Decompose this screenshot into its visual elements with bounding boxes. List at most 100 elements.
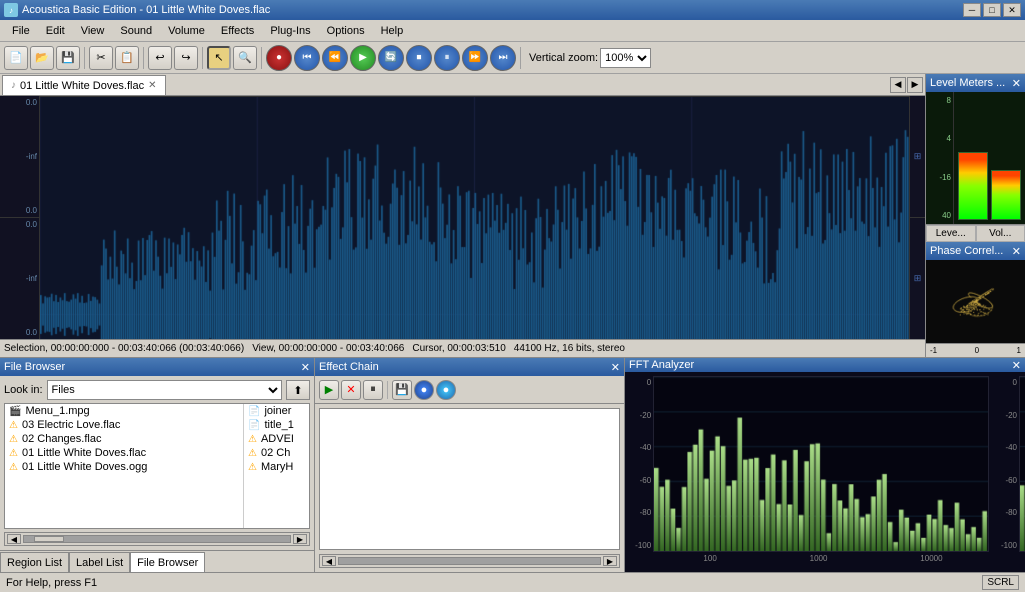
file-item-right[interactable]: ⚠02 Ch	[244, 446, 309, 460]
toolbar-separator-5	[520, 47, 521, 69]
zoom-tool[interactable]: 🔍	[233, 46, 257, 70]
effect-scroll-track[interactable]	[338, 557, 601, 565]
file-item-right[interactable]: ⚠MaryH	[244, 460, 309, 474]
pause-button[interactable]: ⏸	[434, 45, 460, 71]
fft-left-y0: 0	[629, 378, 651, 387]
waveform-tab[interactable]: ♪ 01 Little White Doves.flac ✕	[2, 75, 166, 95]
file-list-left: 🎬Menu_1.mpg ⚠03 Electric Love.flac ⚠02 C…	[5, 404, 244, 528]
format-info: 44100 Hz, 16 bits, stereo	[514, 343, 625, 354]
toolbar-separator-3	[202, 47, 203, 69]
label-list-tab[interactable]: Label List	[69, 552, 130, 572]
scroll-left-btn[interactable]: ◀	[7, 534, 21, 544]
effect-chain-close[interactable]: ✕	[611, 361, 620, 374]
stop-button[interactable]: ⏹	[406, 45, 432, 71]
fft-left-x1: 1000	[810, 554, 828, 566]
loop-button[interactable]: 🔄	[378, 45, 404, 71]
fft-right-y4: -80	[991, 508, 1017, 517]
cursor-info: Cursor, 00:00:03:510	[412, 343, 505, 354]
tab-nav-left[interactable]: ◀	[890, 77, 906, 93]
region-list-tab[interactable]: Region List	[0, 552, 69, 572]
level-meters-close[interactable]: ✕	[1012, 77, 1021, 90]
folder-up-button[interactable]: ⬆	[286, 380, 310, 400]
toolbar-separator-1	[84, 47, 85, 69]
effect-chain-panel: Effect Chain ✕ ▶ ✕ ⏸ 💾 ● ● ◀ ▶	[315, 358, 625, 572]
fft-analyzer-panel: FFT Analyzer ✕ 0 -20 -40 -60 -80 -100	[625, 358, 1025, 572]
menu-plugins[interactable]: Plug-Ins	[262, 23, 318, 39]
prev-button[interactable]: ⏪	[322, 45, 348, 71]
rewind-button[interactable]: ⏮	[294, 45, 320, 71]
file-item[interactable]: ⚠01 Little White Doves.ogg	[5, 460, 243, 474]
fft-left-x2: 10000	[920, 554, 942, 566]
effect-play-btn[interactable]: ▶	[319, 380, 339, 400]
cut-button[interactable]: ✂	[89, 46, 113, 70]
fft-left-y3: -60	[629, 476, 651, 485]
file-browser-tab[interactable]: File Browser	[130, 552, 205, 572]
view-info: View, 00:00:00:000 - 00:03:40:066	[252, 343, 404, 354]
effect-stop-btn[interactable]: ✕	[341, 380, 361, 400]
file-item[interactable]: ⚠03 Electric Love.flac	[5, 418, 243, 432]
tab-close-button[interactable]: ✕	[148, 80, 156, 91]
next-button[interactable]: ⏩	[462, 45, 488, 71]
file-item[interactable]: ⚠01 Little White Doves.flac	[5, 446, 243, 460]
effect-load-btn[interactable]: ●	[414, 380, 434, 400]
file-item-right[interactable]: 📄title_1	[244, 418, 309, 432]
app-icon: ♪	[4, 3, 18, 17]
fft-right-y1: -20	[991, 411, 1017, 420]
look-in-select[interactable]: Files	[47, 380, 282, 400]
file-item[interactable]: ⚠02 Changes.flac	[5, 432, 243, 446]
scroll-track[interactable]	[23, 535, 291, 543]
select-tool[interactable]: ↖	[207, 46, 231, 70]
fft-charts: 0 -20 -40 -60 -80 -100 100 1000 10000	[625, 372, 1025, 572]
new-button[interactable]: 📄	[4, 46, 28, 70]
menu-options[interactable]: Options	[319, 23, 373, 39]
menu-volume[interactable]: Volume	[160, 23, 213, 39]
app-title: Acoustica Basic Edition - 01 Little Whit…	[22, 4, 270, 16]
menu-sound[interactable]: Sound	[112, 23, 160, 39]
selection-info: Selection, 00:00:00:000 - 00:03:40:066 (…	[4, 343, 244, 354]
level-meters-title: Level Meters ...	[930, 77, 1005, 89]
phase-close[interactable]: ✕	[1012, 245, 1021, 258]
end-button[interactable]: ⏭	[490, 45, 516, 71]
menu-file[interactable]: File	[4, 23, 38, 39]
fft-left-y2: -40	[629, 443, 651, 452]
effect-chain-title: Effect Chain	[319, 361, 379, 373]
menu-effects[interactable]: Effects	[213, 23, 262, 39]
right-panels: Level Meters ... ✕ 8 4 -16 40 Leve... Vo…	[925, 74, 1025, 357]
zoom-label: Vertical zoom:	[529, 52, 598, 64]
undo-button[interactable]: ↩	[148, 46, 172, 70]
channel-1	[40, 97, 909, 339]
tab-nav-right[interactable]: ▶	[907, 77, 923, 93]
file-browser-close[interactable]: ✕	[301, 361, 310, 374]
vertical-zoom-select[interactable]: 100% 200% 50% 25%	[600, 48, 651, 68]
close-button[interactable]: ✕	[1003, 3, 1021, 17]
effect-scroll-left[interactable]: ◀	[322, 556, 336, 566]
copy-button[interactable]: 📋	[115, 46, 139, 70]
fft-right-y0: 0	[991, 378, 1017, 387]
menu-help[interactable]: Help	[373, 23, 412, 39]
vol-tab[interactable]: Vol...	[976, 225, 1025, 242]
maximize-button[interactable]: □	[983, 3, 1001, 17]
open-button[interactable]: 📂	[30, 46, 54, 70]
redo-button[interactable]: ↪	[174, 46, 198, 70]
waveform-status: Selection, 00:00:00:000 - 00:03:40:066 (…	[0, 339, 925, 357]
phase-title: Phase Correl...	[930, 245, 1003, 257]
fft-right-y3: -60	[991, 476, 1017, 485]
minimize-button[interactable]: ─	[963, 3, 981, 17]
level-tab[interactable]: Leve...	[926, 225, 976, 242]
effect-run-btn[interactable]: ●	[436, 380, 456, 400]
save-button[interactable]: 💾	[56, 46, 80, 70]
record-button[interactable]: ●	[266, 45, 292, 71]
effect-pause-btn[interactable]: ⏸	[363, 380, 383, 400]
fft-right-y2: -40	[991, 443, 1017, 452]
file-item[interactable]: 🎬Menu_1.mpg	[5, 404, 243, 418]
file-item-right[interactable]: ⚠ADVEI	[244, 432, 309, 446]
effect-scroll-right[interactable]: ▶	[603, 556, 617, 566]
menu-view[interactable]: View	[73, 23, 113, 39]
scroll-right-btn[interactable]: ▶	[293, 534, 307, 544]
menu-edit[interactable]: Edit	[38, 23, 73, 39]
fft-title: FFT Analyzer	[629, 359, 694, 371]
fft-close[interactable]: ✕	[1012, 359, 1021, 372]
play-button[interactable]: ▶	[350, 45, 376, 71]
file-item-right[interactable]: 📄joiner	[244, 404, 309, 418]
effect-save-btn[interactable]: 💾	[392, 380, 412, 400]
